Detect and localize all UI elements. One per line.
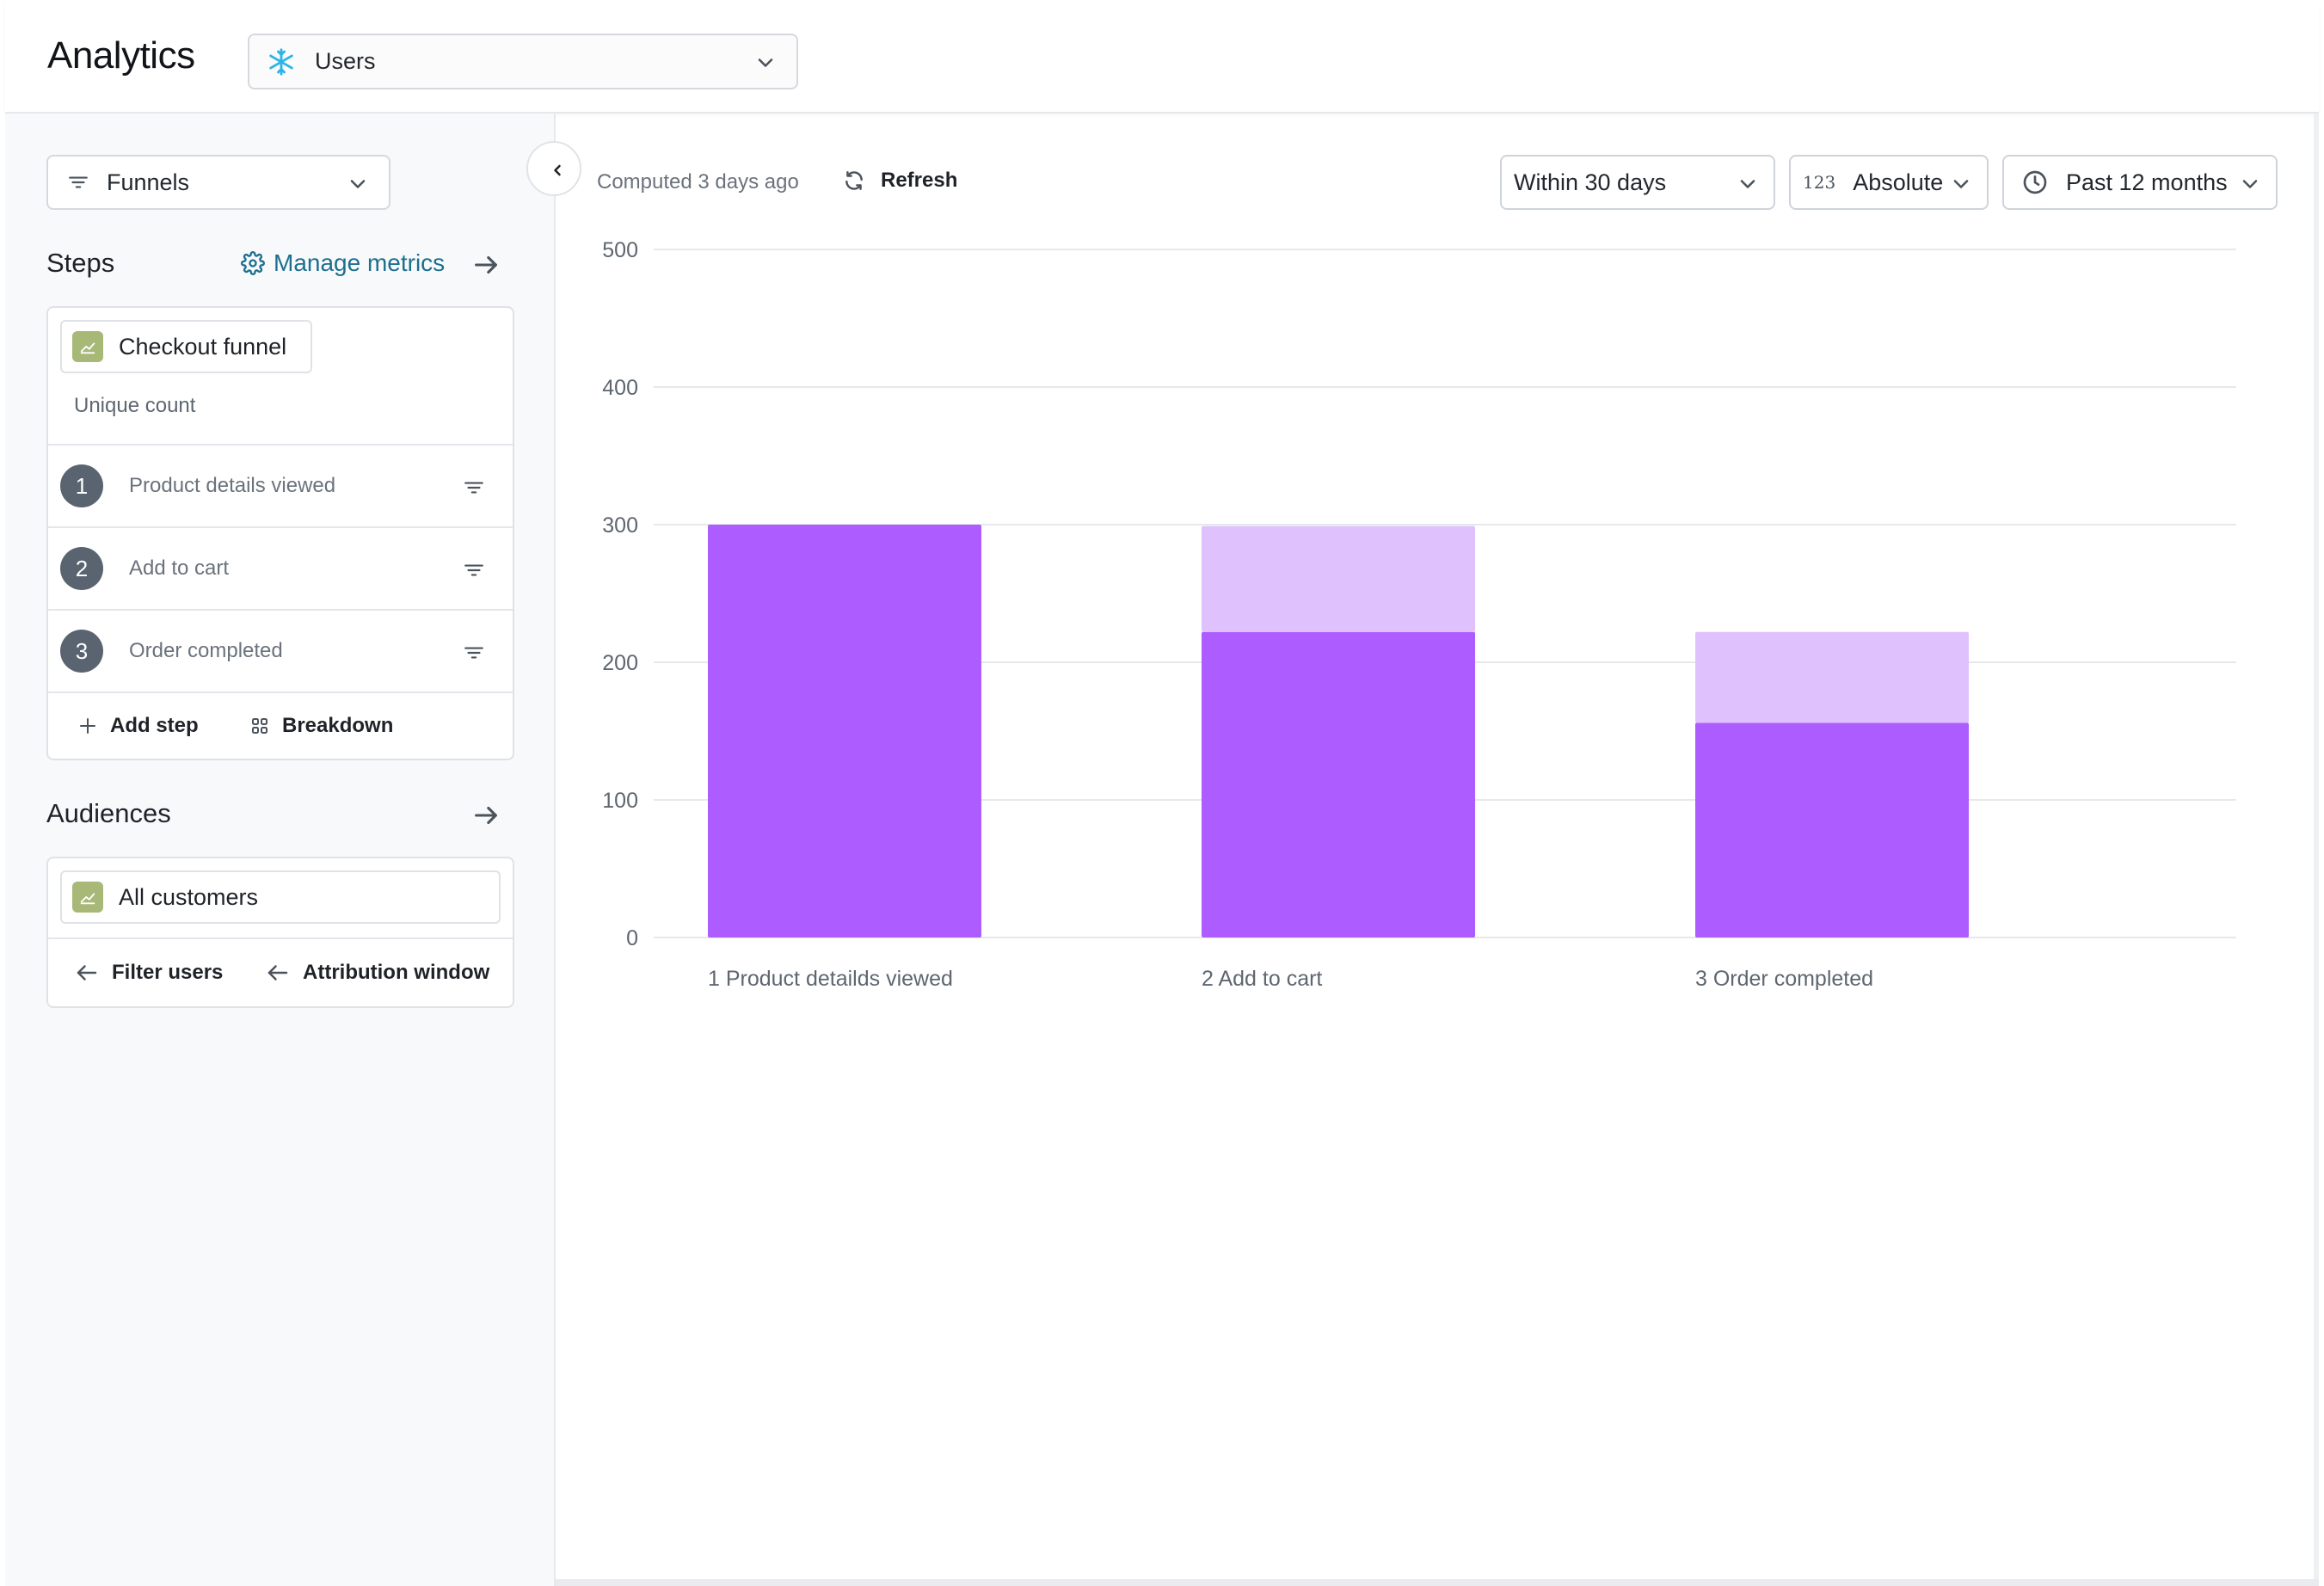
chevron-left-icon (554, 164, 561, 176)
metric-chip[interactable]: Checkout funnel (60, 320, 313, 373)
filter-users-label: Filter users (112, 961, 224, 984)
filter-users-button[interactable]: Filter users (74, 960, 223, 986)
audience-label: All customers (119, 883, 259, 910)
chevron-down-icon (758, 58, 773, 67)
filter-lines-icon[interactable] (463, 476, 485, 499)
y-tick-label: 200 (602, 651, 638, 675)
bar-converted (708, 525, 981, 937)
number-format-icon: 123 (1803, 172, 1836, 193)
y-tick-label: 400 (602, 376, 638, 400)
add-step-label: Add step (110, 714, 199, 737)
bar-dropoff (1202, 526, 1475, 632)
bar-dropoff (1695, 631, 1969, 723)
chevron-down-icon (350, 180, 366, 188)
breakdown-label: Breakdown (282, 714, 394, 737)
x-category-label: 2 Add to cart (1202, 967, 1322, 991)
arrow-right-icon[interactable] (471, 801, 501, 830)
refresh-label: Refresh (881, 169, 958, 192)
step-row[interactable]: 3 Order completed (48, 609, 513, 692)
funnel-bar-chart: 0 100 200 300 400 500 1 Product detailds viewe… (602, 238, 2236, 991)
step-row[interactable]: 2 Add to cart (48, 526, 513, 609)
plus-icon (80, 718, 95, 734)
attribution-window-button[interactable]: Attribution window (265, 960, 489, 986)
manage-metrics-label: Manage metrics (274, 249, 446, 276)
analysis-type-value: Funnels (107, 169, 190, 195)
step-number: 1 (60, 464, 103, 507)
add-step-button[interactable]: Add step (77, 714, 199, 738)
metric-label: Checkout funnel (119, 333, 287, 360)
y-tick-label: 300 (602, 513, 638, 538)
arrow-left-icon (267, 965, 288, 980)
conversion-window-select[interactable]: Within 30 days (1500, 155, 1775, 210)
measure-value: Absolute (1853, 169, 1944, 195)
chart-icon (72, 331, 103, 362)
manage-metrics-link[interactable]: Manage metrics (241, 249, 445, 277)
conversion-window-value: Within 30 days (1514, 169, 1667, 195)
x-category-label: 1 Product detailds viewed (708, 967, 953, 991)
step-row[interactable]: 1 Product details viewed (48, 444, 513, 526)
bar-converted (1695, 722, 1969, 937)
arrow-right-icon[interactable] (471, 250, 501, 280)
gear-icon (241, 251, 265, 275)
metric-aggregation: Unique count (74, 394, 196, 417)
x-category-label: 3 Order completed (1695, 967, 1873, 991)
filter-lines-icon[interactable] (463, 642, 485, 664)
steps-section-title: Steps (46, 248, 115, 278)
steps-actions: Add step Breakdown (48, 692, 513, 760)
arrow-left-icon (77, 965, 97, 980)
bottom-edge (556, 1579, 2319, 1586)
clock-icon (2023, 170, 2047, 194)
step-label: Product details viewed (129, 474, 336, 497)
attribution-window-label: Attribution window (303, 961, 490, 984)
measure-select[interactable]: 123 Absolute (1789, 155, 1989, 210)
steps-card: Checkout funnel Unique count 1 Product d… (46, 306, 514, 760)
computed-status: Computed 3 days ago (597, 170, 799, 194)
chevron-down-icon (1953, 180, 1969, 188)
y-tick-label: 100 (602, 789, 638, 813)
chevron-down-icon (2242, 180, 2258, 188)
date-range-select[interactable]: Past 12 months (2002, 155, 2278, 210)
chart-icon (72, 882, 103, 913)
bar-converted (1202, 631, 1475, 937)
audiences-section-title: Audiences (46, 798, 171, 828)
analysis-type-select[interactable]: Funnels (46, 155, 390, 210)
audience-actions: Filter users Attribution window (48, 937, 513, 1006)
y-tick-label: 500 (602, 238, 638, 262)
collapse-sidebar-button[interactable] (526, 141, 581, 196)
refresh-icon (845, 171, 863, 190)
grid-icon (252, 718, 267, 734)
step-label: Order completed (129, 639, 283, 662)
step-number: 2 (60, 547, 103, 590)
chevron-down-icon (1740, 180, 1755, 188)
step-label: Add to cart (129, 556, 230, 580)
data-source-select[interactable]: Users (248, 34, 798, 89)
data-source-value: Users (315, 48, 376, 74)
audience-chip[interactable]: All customers (60, 870, 501, 924)
snowflake-icon (269, 47, 293, 76)
refresh-button[interactable]: Refresh (843, 169, 957, 193)
y-tick-label: 0 (626, 926, 638, 950)
audiences-card: All customers Filter users Attribution w… (46, 857, 514, 1008)
right-edge (2314, 114, 2319, 1586)
step-number: 3 (60, 630, 103, 673)
breakdown-button[interactable]: Breakdown (249, 714, 393, 738)
filter-lines-icon[interactable] (463, 559, 485, 581)
date-range-value: Past 12 months (2066, 169, 2228, 195)
filter-lines-icon (69, 176, 88, 188)
app-title: Analytics (47, 34, 195, 77)
top-header: Analytics Users (5, 3, 2319, 114)
